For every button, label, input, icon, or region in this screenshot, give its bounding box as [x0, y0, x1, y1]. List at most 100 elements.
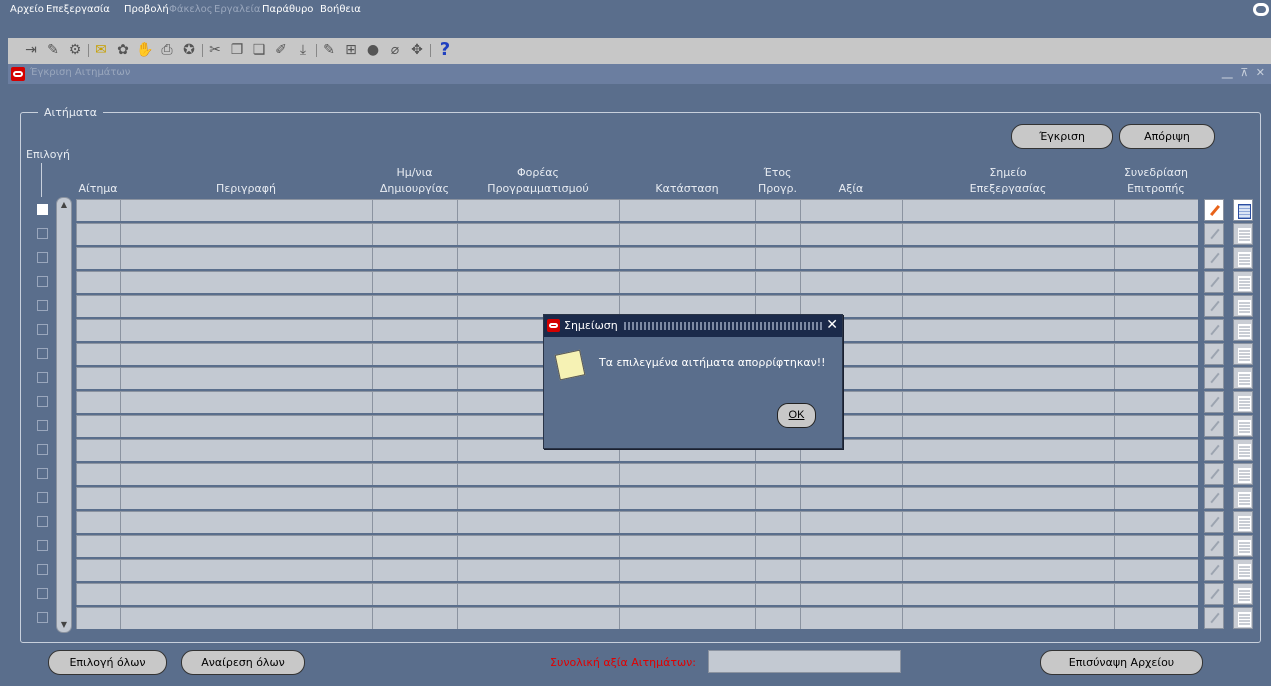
- row-select-checkbox[interactable]: [37, 324, 48, 335]
- cell-agency[interactable]: [457, 271, 619, 293]
- row-select-checkbox[interactable]: [37, 372, 48, 383]
- cell-year[interactable]: [755, 535, 800, 557]
- row-select-checkbox[interactable]: [37, 396, 48, 407]
- cell-committee[interactable]: [1114, 583, 1198, 605]
- cell-request[interactable]: [76, 607, 120, 629]
- cell-status[interactable]: [619, 247, 755, 269]
- cell-description[interactable]: [120, 535, 372, 557]
- menu-folder[interactable]: Φάκελος: [169, 4, 213, 15]
- cell-year[interactable]: [755, 487, 800, 509]
- pencil-edit-icon[interactable]: [1204, 535, 1224, 557]
- cell-created-date[interactable]: [372, 319, 457, 341]
- row-select-checkbox[interactable]: [37, 252, 48, 263]
- document-icon[interactable]: [1233, 247, 1253, 269]
- row-select-checkbox[interactable]: [37, 564, 48, 575]
- cell-year[interactable]: [755, 583, 800, 605]
- cell-processing-point[interactable]: [902, 487, 1114, 509]
- cell-description[interactable]: [120, 271, 372, 293]
- pencil-edit-icon[interactable]: [1204, 511, 1224, 533]
- cell-description[interactable]: [120, 199, 372, 221]
- cell-committee[interactable]: [1114, 343, 1198, 365]
- cell-created-date[interactable]: [372, 583, 457, 605]
- document-icon[interactable]: [1233, 223, 1253, 245]
- document-icon[interactable]: [1233, 559, 1253, 581]
- cell-committee[interactable]: [1114, 223, 1198, 245]
- cell-agency[interactable]: [457, 463, 619, 485]
- cell-status[interactable]: [619, 463, 755, 485]
- cell-request[interactable]: [76, 487, 120, 509]
- cell-year[interactable]: [755, 223, 800, 245]
- cell-description[interactable]: [120, 583, 372, 605]
- cell-created-date[interactable]: [372, 439, 457, 461]
- ok-button[interactable]: OK: [777, 403, 816, 428]
- cell-request[interactable]: [76, 463, 120, 485]
- cell-description[interactable]: [120, 463, 372, 485]
- approve-button[interactable]: Έγκριση: [1011, 124, 1113, 149]
- cell-agency[interactable]: [457, 247, 619, 269]
- cell-request[interactable]: [76, 319, 120, 341]
- cell-processing-point[interactable]: [902, 199, 1114, 221]
- cell-status[interactable]: [619, 199, 755, 221]
- menu-window[interactable]: Παράθυρο: [262, 4, 313, 15]
- cell-agency[interactable]: [457, 559, 619, 581]
- row-select-checkbox[interactable]: [37, 228, 48, 239]
- deselect-all-button[interactable]: Αναίρεση όλων: [181, 650, 305, 675]
- document-icon[interactable]: [1233, 271, 1253, 293]
- cell-status[interactable]: [619, 511, 755, 533]
- cell-value[interactable]: [800, 199, 902, 221]
- row-select-checkbox[interactable]: [37, 348, 48, 359]
- cell-request[interactable]: [76, 391, 120, 413]
- row-select-checkbox[interactable]: [37, 588, 48, 599]
- cell-value[interactable]: [800, 511, 902, 533]
- cell-year[interactable]: [755, 271, 800, 293]
- cell-processing-point[interactable]: [902, 343, 1114, 365]
- cell-status[interactable]: [619, 223, 755, 245]
- cell-value[interactable]: [800, 223, 902, 245]
- cell-request[interactable]: [76, 295, 120, 317]
- cell-description[interactable]: [120, 319, 372, 341]
- cell-processing-point[interactable]: [902, 223, 1114, 245]
- cell-created-date[interactable]: [372, 463, 457, 485]
- document-icon[interactable]: [1233, 463, 1253, 485]
- cell-status[interactable]: [619, 583, 755, 605]
- document-icon[interactable]: [1233, 343, 1253, 365]
- cell-description[interactable]: [120, 511, 372, 533]
- document-icon[interactable]: [1233, 199, 1253, 221]
- row-select-checkbox[interactable]: [37, 420, 48, 431]
- cell-processing-point[interactable]: [902, 439, 1114, 461]
- cell-description[interactable]: [120, 607, 372, 629]
- cell-request[interactable]: [76, 559, 120, 581]
- clear-icon[interactable]: ✋: [136, 41, 154, 59]
- scroll-up-icon[interactable]: ▲: [59, 200, 69, 210]
- pencil-edit-icon[interactable]: [1204, 223, 1224, 245]
- cell-committee[interactable]: [1114, 271, 1198, 293]
- document-icon[interactable]: [1233, 295, 1253, 317]
- cell-request[interactable]: [76, 247, 120, 269]
- document-icon[interactable]: [1233, 511, 1253, 533]
- cell-agency[interactable]: [457, 583, 619, 605]
- cell-request[interactable]: [76, 223, 120, 245]
- pencil-edit-icon[interactable]: [1204, 583, 1224, 605]
- cell-committee[interactable]: [1114, 319, 1198, 341]
- cell-request[interactable]: [76, 535, 120, 557]
- window-controls[interactable]: ⎽ ⊼ ✕: [1222, 66, 1267, 80]
- menu-tools[interactable]: Εργαλεία: [214, 4, 260, 15]
- cell-value[interactable]: [800, 247, 902, 269]
- cell-processing-point[interactable]: [902, 271, 1114, 293]
- pencil-edit-icon[interactable]: [1204, 463, 1224, 485]
- pencil-edit-icon[interactable]: [1204, 415, 1224, 437]
- pencil-edit-icon[interactable]: [1204, 367, 1224, 389]
- cell-year[interactable]: [755, 463, 800, 485]
- new-icon[interactable]: ⇥: [22, 41, 40, 59]
- cell-agency[interactable]: [457, 511, 619, 533]
- scroll-down-icon[interactable]: ▼: [59, 620, 69, 630]
- cell-request[interactable]: [76, 343, 120, 365]
- document-icon[interactable]: [1233, 367, 1253, 389]
- cell-status[interactable]: [619, 607, 755, 629]
- cell-description[interactable]: [120, 247, 372, 269]
- pencil-edit-icon[interactable]: [1204, 559, 1224, 581]
- document-icon[interactable]: [1233, 391, 1253, 413]
- new-record-icon[interactable]: ✐: [272, 41, 290, 59]
- cell-committee[interactable]: [1114, 199, 1198, 221]
- cell-created-date[interactable]: [372, 223, 457, 245]
